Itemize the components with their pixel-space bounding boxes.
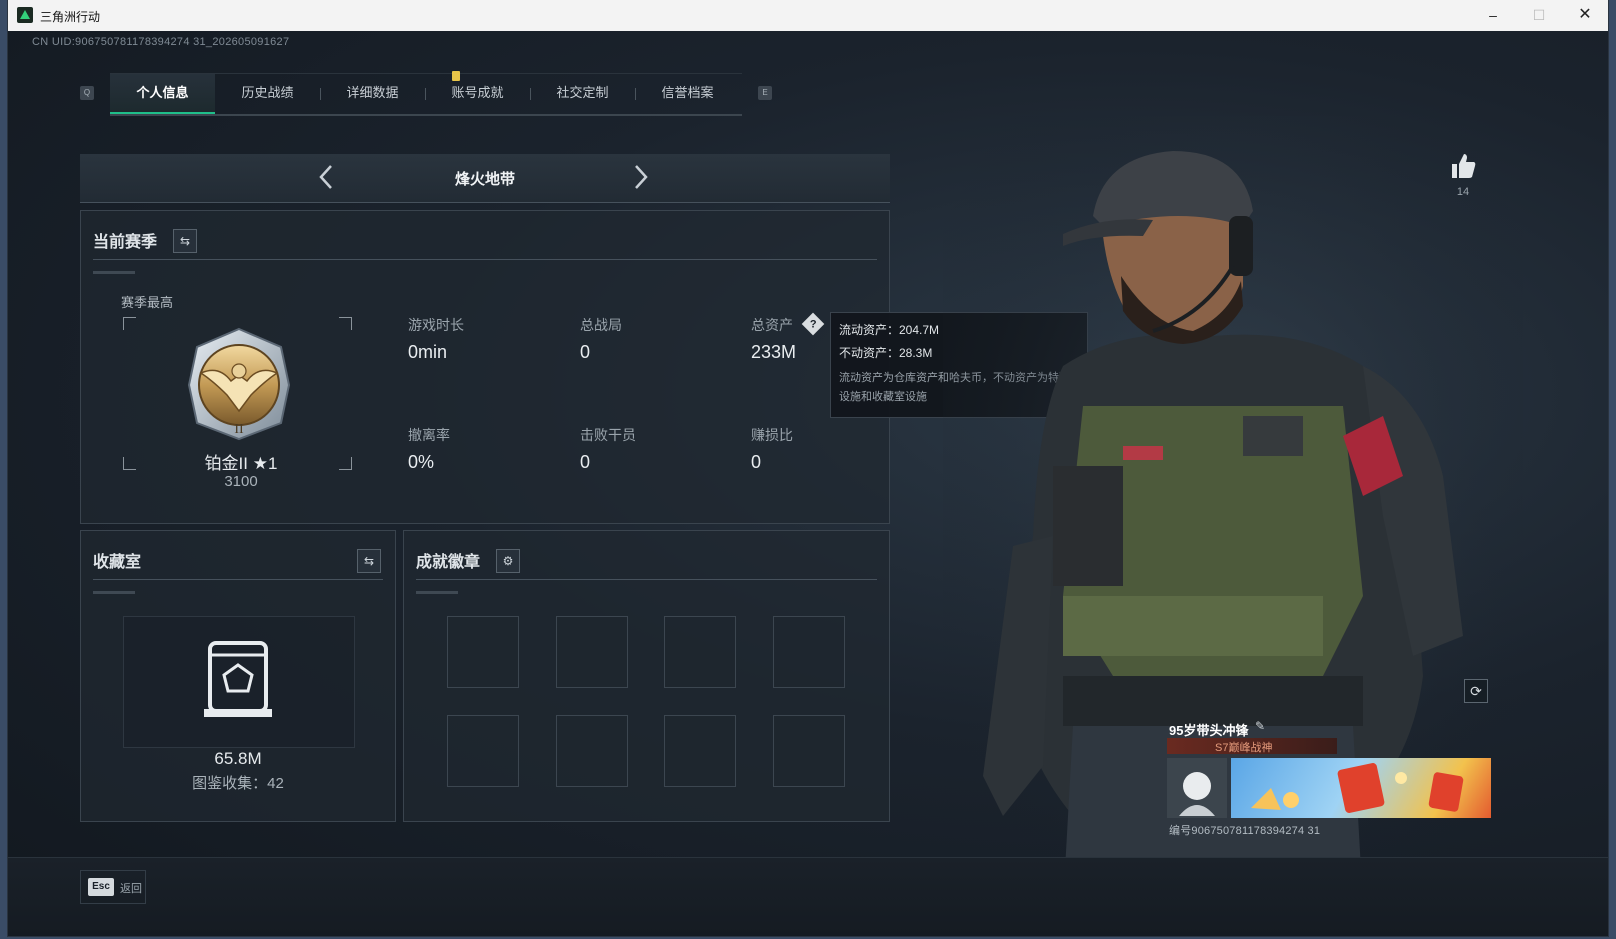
- divider-accent: [93, 591, 135, 594]
- badge-slot[interactable]: [773, 616, 845, 688]
- edit-pencil-icon[interactable]: ✎: [1255, 719, 1265, 733]
- badge-slot[interactable]: [447, 715, 519, 787]
- tooltip-fixed-assets: 不动资产：28.3M: [839, 346, 933, 360]
- tab-social-custom[interactable]: 社交定制: [530, 74, 635, 112]
- stat-value-profit-loss: 0: [751, 452, 762, 472]
- tab-achievements[interactable]: 账号成就: [425, 74, 530, 112]
- stat-label-extraction-rate: 撤离率: [408, 427, 450, 443]
- collection-title: 收藏室: [93, 554, 142, 571]
- season-title: 当前赛季: [93, 234, 158, 251]
- window-title: 三角洲行动: [40, 10, 101, 24]
- season-best-label: 赛季最高: [121, 295, 174, 310]
- divider: [416, 579, 877, 580]
- frame-corner: [339, 317, 352, 330]
- collection-panel: 收藏室 ⇆ 65.8M 图鉴收集：42: [80, 530, 396, 822]
- stat-label-profit-loss: 赚损比: [751, 427, 793, 443]
- mode-selector: 烽火地带: [80, 154, 890, 203]
- player-banner-image: [1231, 758, 1491, 818]
- refresh-icon[interactable]: ⟳: [1464, 679, 1488, 703]
- badge-slot[interactable]: [773, 715, 845, 787]
- tab-personal-info[interactable]: 个人信息: [110, 74, 215, 114]
- prev-tab-key[interactable]: Q: [80, 86, 94, 100]
- avatar[interactable]: [1167, 758, 1227, 818]
- season-switch-button[interactable]: ⇆: [173, 229, 197, 253]
- collection-value: 65.8M: [214, 749, 262, 768]
- collection-count: 图鉴收集：42: [192, 775, 284, 792]
- stat-value-playtime: 0min: [408, 342, 448, 362]
- tab-list: 个人信息 历史战绩 详细数据 账号成就 社交定制 信誉档案: [110, 71, 742, 116]
- badge-slot[interactable]: [664, 616, 736, 688]
- player-id: 编号906750781178394274 31: [1169, 825, 1321, 837]
- stat-label-playtime: 游戏时长: [408, 317, 464, 333]
- maximize-button[interactable]: ☐: [1516, 0, 1562, 31]
- like-count: 14: [1456, 186, 1470, 198]
- tab-detailed-data[interactable]: 详细数据: [320, 74, 425, 112]
- player-name: 95岁带头冲锋: [1169, 723, 1249, 738]
- help-icon[interactable]: ?: [801, 312, 825, 336]
- app-logo-icon: [17, 7, 33, 23]
- like-thumbs-up-icon[interactable]: [1448, 151, 1478, 186]
- back-label[interactable]: 返回: [120, 880, 142, 896]
- stat-label-total-assets: 总资产: [751, 317, 793, 333]
- stat-value-total-matches: 0: [580, 342, 591, 362]
- rank-score: 3100: [224, 473, 258, 490]
- player-card[interactable]: 95岁带头冲锋 ✎ S7巅峰战神 编号906750781178394274 31: [1163, 716, 1491, 840]
- close-button[interactable]: ✕: [1562, 0, 1608, 31]
- game-area: CN UID:906750781178394274 31_20260509162…: [8, 31, 1608, 936]
- rank-name: 铂金II ★1: [204, 454, 278, 473]
- collection-switch-button[interactable]: ⇆: [357, 549, 381, 573]
- mode-title: 烽火地带: [454, 171, 515, 188]
- title-bar: 三角洲行动 – ☐ ✕: [8, 0, 1608, 32]
- tab-match-history[interactable]: 历史战绩: [215, 74, 320, 112]
- minimize-button[interactable]: –: [1470, 0, 1516, 31]
- collection-case-icon[interactable]: [204, 637, 272, 721]
- stat-label-total-matches: 总战局: [580, 317, 622, 333]
- achievement-badges-panel: 成就徽章 ⚙: [403, 530, 890, 822]
- stat-value-operators-defeated: 0: [580, 452, 591, 472]
- esc-key[interactable]: Esc: [88, 878, 114, 896]
- divider-accent: [416, 591, 458, 594]
- app-window: 三角洲行动 – ☐ ✕ CN UID:906750781178394274 31…: [8, 0, 1608, 936]
- badge-slot[interactable]: [556, 616, 628, 688]
- badges-title: 成就徽章: [416, 554, 481, 571]
- next-mode-arrow-icon[interactable]: [625, 162, 655, 192]
- badge-slot[interactable]: [664, 715, 736, 787]
- tooltip-liquid-assets: 流动资产：204.7M: [839, 323, 940, 337]
- stat-label-operators-defeated: 击败干员: [580, 427, 636, 443]
- stat-value-total-assets: 233M: [751, 342, 797, 362]
- uid-text: CN UID:906750781178394274 31_20260509162…: [32, 36, 290, 48]
- tab-bar: Q 个人信息 历史战绩 详细数据 账号成就 社交定制 信誉档案 E: [80, 71, 772, 116]
- tab-reputation[interactable]: 信誉档案: [635, 74, 740, 112]
- svg-text:II: II: [234, 422, 244, 437]
- platinum-rank-emblem-icon: II: [181, 325, 297, 443]
- next-tab-key[interactable]: E: [758, 86, 772, 100]
- player-title: S7巅峰战神: [1215, 742, 1273, 754]
- badge-slot[interactable]: [556, 715, 628, 787]
- divider: [93, 259, 877, 260]
- stat-value-extraction-rate: 0%: [408, 452, 435, 472]
- badge-slot[interactable]: [447, 616, 519, 688]
- bottom-bar: Esc 返回: [8, 857, 1608, 936]
- badges-settings-gear-icon[interactable]: ⚙: [496, 549, 520, 573]
- divider: [93, 579, 383, 580]
- frame-corner: [123, 317, 136, 330]
- season-panel: 当前赛季 ⇆ 赛季最高 II 铂金II ★1 3100 游戏时长 0min 总战…: [80, 210, 890, 524]
- divider-accent: [93, 271, 135, 274]
- frame-corner: [339, 457, 352, 470]
- frame-corner: [123, 457, 136, 470]
